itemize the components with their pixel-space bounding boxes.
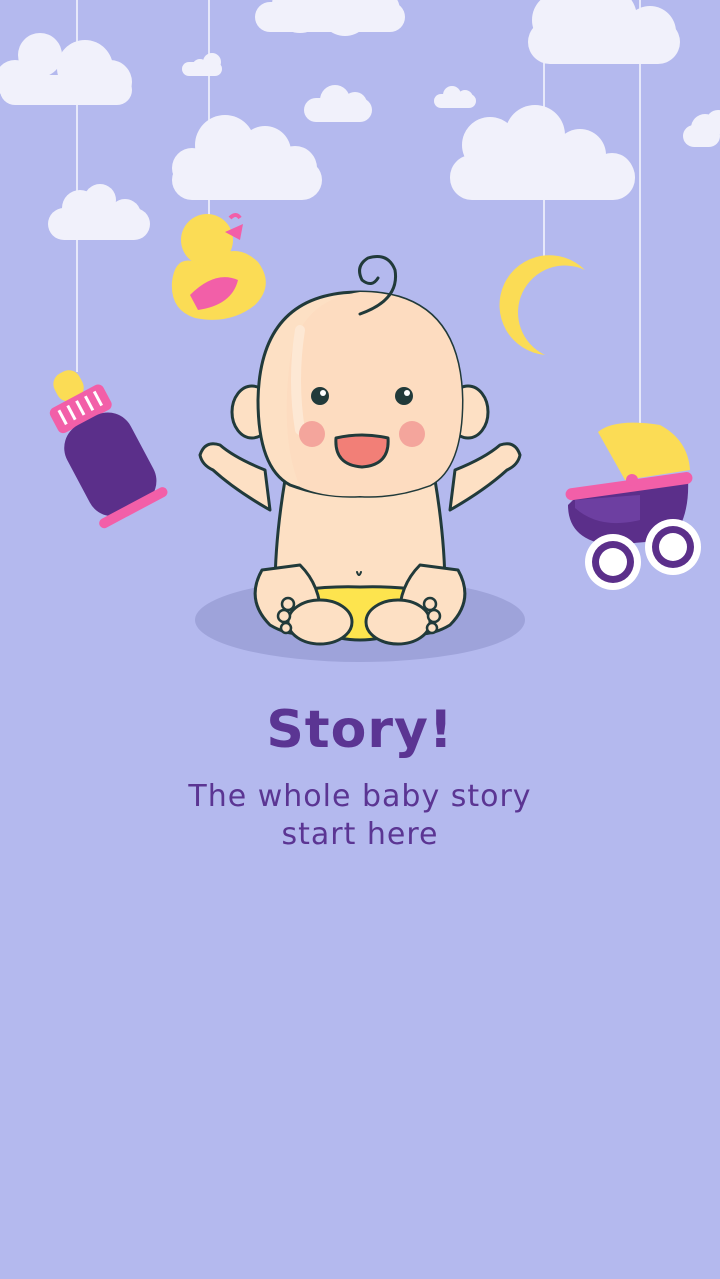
cloud-icon xyxy=(450,105,635,200)
page-subtitle: The whole baby story start here xyxy=(188,779,532,852)
cloud-icon xyxy=(255,0,405,36)
cloud-icon xyxy=(434,86,476,108)
stroller-icon xyxy=(565,422,701,590)
cloud-icon xyxy=(528,0,680,64)
cloud-icon xyxy=(182,53,222,76)
cloud-icon xyxy=(48,184,150,240)
cloud-icon xyxy=(304,85,372,122)
bottle-icon xyxy=(49,370,168,529)
baby-illustration xyxy=(195,255,525,662)
cloud-icon xyxy=(0,33,132,105)
hero-illustration xyxy=(0,0,720,662)
page-title: Story! xyxy=(266,700,454,760)
duck-icon xyxy=(171,213,266,320)
cloud-icon xyxy=(172,115,322,200)
moon-icon xyxy=(499,255,585,355)
clouds xyxy=(0,0,720,240)
cloud-icon xyxy=(683,110,720,147)
